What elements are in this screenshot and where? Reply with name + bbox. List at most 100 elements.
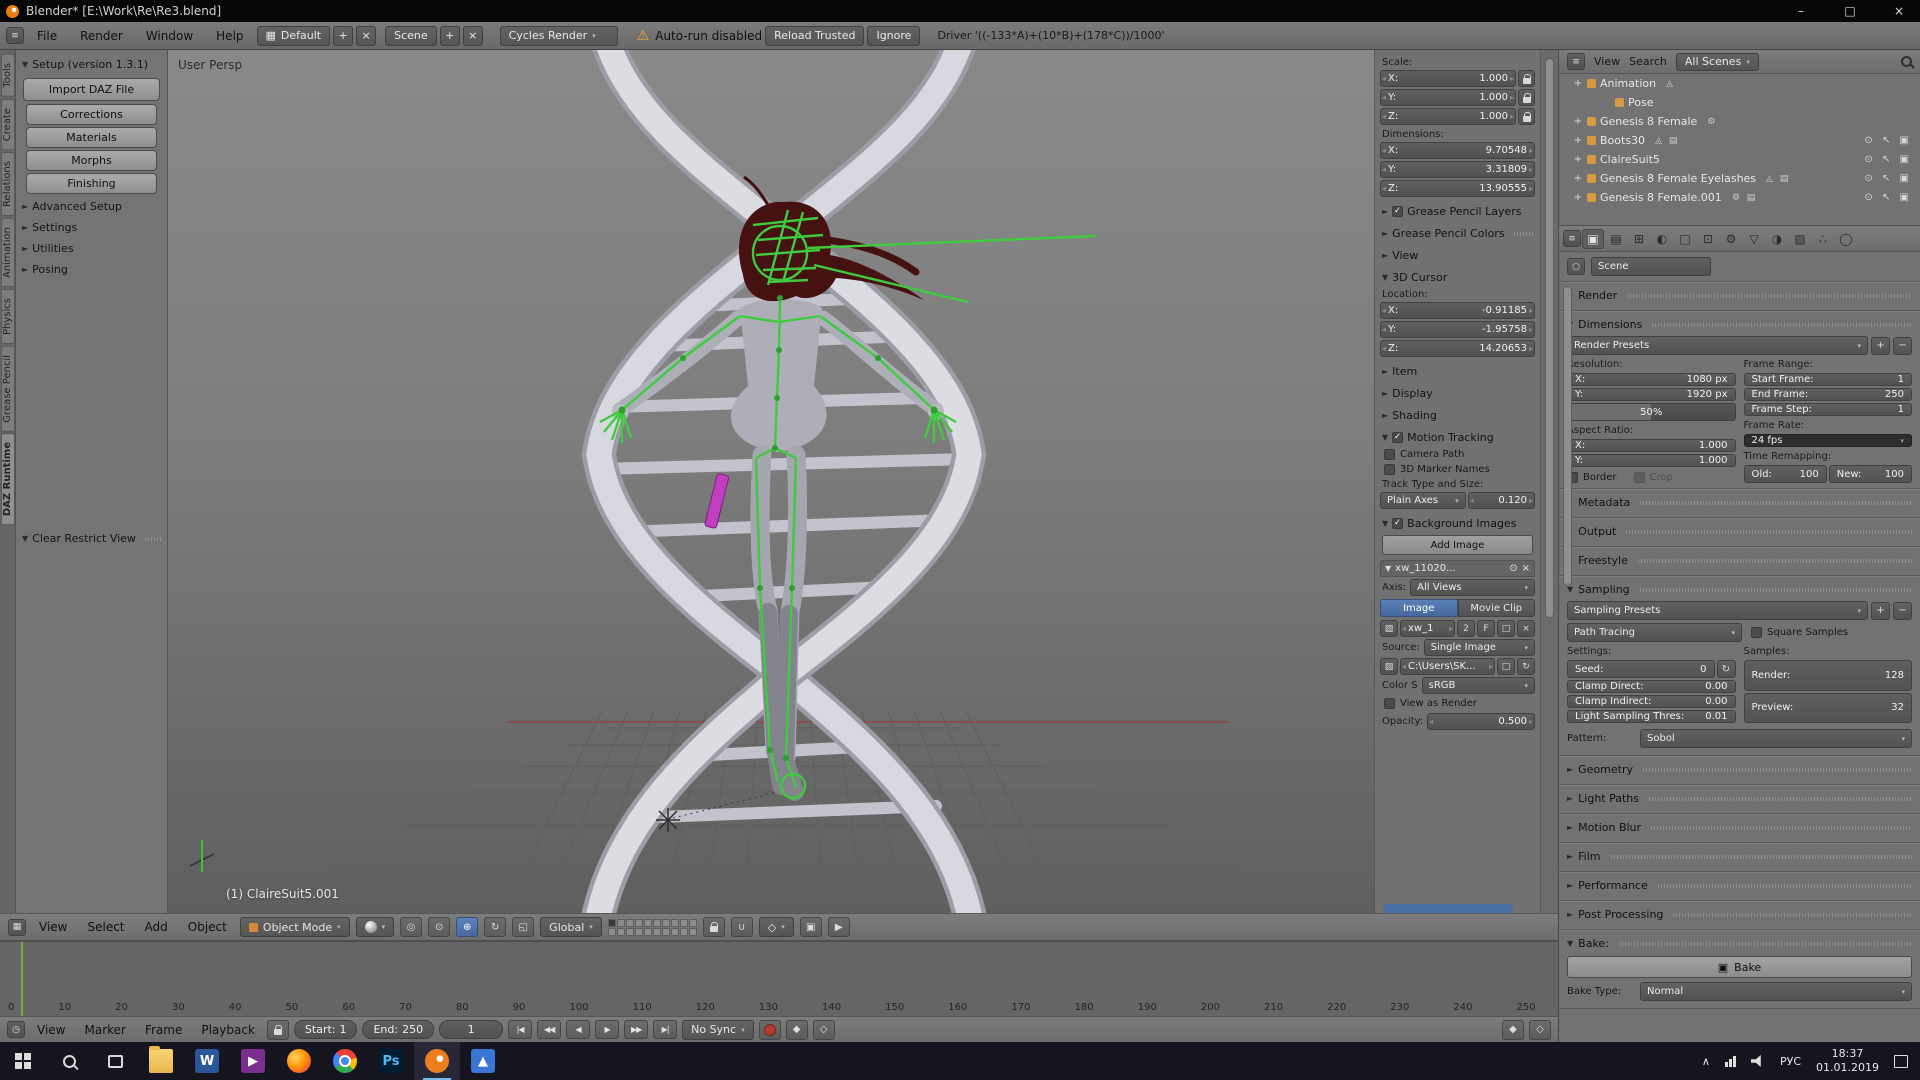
tab-object-icon[interactable]: □ xyxy=(1674,229,1696,249)
transport-button[interactable]: ▶▶ xyxy=(624,1020,648,1039)
hidden-icons-chevron[interactable]: ∧ xyxy=(1702,1055,1710,1068)
daz-section-button[interactable]: Finishing xyxy=(26,173,157,194)
chrome-icon[interactable] xyxy=(322,1042,368,1080)
object-name[interactable]: Pose xyxy=(1628,96,1653,109)
menubar-menu[interactable]: File xyxy=(27,29,67,43)
start-frame-field[interactable]: Start Frame:1 xyxy=(1744,373,1913,386)
close-icon[interactable]: × xyxy=(1522,563,1530,574)
filepath-field[interactable]: C:\Users\SK... xyxy=(1400,658,1495,675)
scene-select[interactable]: Scene xyxy=(385,26,437,46)
sampling-presets-select[interactable]: Sampling Presets ▾ xyxy=(1567,601,1868,620)
expand-icon[interactable]: + xyxy=(1573,154,1583,165)
tab-particles-icon[interactable]: ∴ xyxy=(1812,229,1834,249)
scene-lock-icon[interactable] xyxy=(703,917,725,937)
properties-collapsed-panel[interactable]: ► Motion Blur xyxy=(1559,814,1920,843)
properties-collapsed-panel[interactable]: ► Metadata xyxy=(1559,489,1920,518)
object-name[interactable]: Genesis 8 Female xyxy=(1600,115,1697,128)
clamp-direct-field[interactable]: Clamp Direct:0.00 xyxy=(1567,680,1736,693)
file-explorer-icon[interactable] xyxy=(138,1042,184,1080)
panel-background-images[interactable]: ▼ ✓ Background Images xyxy=(1380,516,1535,531)
bake-button[interactable]: ▣ Bake xyxy=(1567,956,1912,978)
integrator-select[interactable]: Path Tracing ▾ xyxy=(1567,623,1742,642)
start-button[interactable] xyxy=(0,1042,46,1080)
layer-cell[interactable] xyxy=(653,919,661,927)
transport-button[interactable]: ◀◀ xyxy=(537,1020,561,1039)
dimension-axis-field[interactable]: X: 9.70548 xyxy=(1380,142,1535,159)
timeline-editor-icon[interactable]: ◷ xyxy=(7,1021,25,1038)
firefox-icon[interactable] xyxy=(276,1042,322,1080)
add-scene-button[interactable]: + xyxy=(440,26,460,46)
panel-view[interactable]: ► View xyxy=(1380,248,1535,263)
layer-cell[interactable] xyxy=(689,928,697,936)
keying-set-icon[interactable]: ◇ xyxy=(813,1020,835,1040)
n-panel-scrollbar[interactable] xyxy=(1540,50,1558,913)
object-name[interactable]: Genesis 8 Female Eyelashes xyxy=(1600,172,1756,185)
layers-widget[interactable] xyxy=(608,919,697,936)
timeline-menu[interactable]: Marker xyxy=(77,1023,132,1037)
daz-section-button[interactable]: Corrections xyxy=(26,104,157,125)
opengl-render-anim-icon[interactable]: ▶ xyxy=(828,917,850,937)
tab-render-layers-icon[interactable]: ▤ xyxy=(1605,229,1627,249)
snap-element-select[interactable]: ◇ ▾ xyxy=(759,917,794,937)
layer-cell[interactable] xyxy=(626,928,634,936)
opacity-field[interactable]: 0.500 xyxy=(1427,713,1535,730)
menubar-menu[interactable]: Window xyxy=(136,29,203,43)
track-type-select[interactable]: Plain Axes ▾ xyxy=(1380,492,1466,509)
taskbar-clock[interactable]: 18:37 01.01.2019 xyxy=(1816,1047,1879,1076)
open-image-button[interactable]: □ xyxy=(1497,620,1515,637)
object-name[interactable]: Genesis 8 Female.001 xyxy=(1600,191,1722,204)
scale-axis-field[interactable]: Y: 1.000 xyxy=(1380,89,1516,106)
outliner-row[interactable]: + Boots30 ◬ ▤ ⊙ ↖ ▣ xyxy=(1559,131,1920,150)
tool-shelf-tab[interactable]: Relations xyxy=(1,152,15,216)
layer-cell[interactable] xyxy=(662,919,670,927)
panel-motion-tracking[interactable]: ▼ ✓ Motion Tracking xyxy=(1380,430,1535,445)
frame-step-field[interactable]: Frame Step:1 xyxy=(1744,403,1913,416)
restrict-icons[interactable]: ⊙ ↖ ▣ xyxy=(1864,135,1912,146)
dimension-axis-field[interactable]: Y: 3.31809 xyxy=(1380,161,1535,178)
animated-seed-icon[interactable]: ↻ xyxy=(1717,660,1736,678)
track-size-field[interactable]: 0.120 xyxy=(1468,492,1535,509)
outliner-search-menu[interactable]: Search xyxy=(1629,55,1667,68)
tab-render-icon[interactable]: ▣ xyxy=(1582,229,1604,249)
collapsed-shelf-panel[interactable]: ► Posing xyxy=(16,259,167,280)
cursor-location-field[interactable]: Z: 14.20653 xyxy=(1380,340,1535,357)
remap-old-field[interactable]: Old:100 xyxy=(1744,465,1827,483)
add-preset-button[interactable]: + xyxy=(1871,602,1890,620)
outliner-row[interactable]: + Genesis 8 Female.001 ⚙ ▤ ⊙ ↖ ▣ xyxy=(1559,188,1920,207)
dimensions-panel-header[interactable]: ▼ Dimensions xyxy=(1559,315,1920,334)
lock-time-icon[interactable] xyxy=(267,1020,289,1040)
panel-item[interactable]: ► Item xyxy=(1380,364,1535,379)
square-samples-checkbox[interactable] xyxy=(1751,627,1762,638)
tab-physics-icon[interactable]: ◯ xyxy=(1835,229,1857,249)
render-presets-select[interactable]: Render Presets ▾ xyxy=(1567,336,1868,355)
users-count-button[interactable]: 2 xyxy=(1457,620,1475,637)
end-frame-field[interactable]: End Frame:250 xyxy=(1744,388,1913,401)
sampling-panel-header[interactable]: ▼ Sampling xyxy=(1559,580,1920,599)
scene-datablock[interactable]: Scene xyxy=(1591,257,1711,276)
layer-cell[interactable] xyxy=(644,928,652,936)
delete-scene-button[interactable]: × xyxy=(463,26,483,46)
language-indicator[interactable]: РУС xyxy=(1780,1055,1801,1068)
end-frame-field[interactable]: End:250 xyxy=(362,1020,434,1039)
lock-icon[interactable] xyxy=(1518,89,1535,106)
mode-select[interactable]: Object Mode ▾ xyxy=(240,917,350,937)
close-button[interactable]: × xyxy=(1878,0,1920,22)
resolution-x-field[interactable]: X:1080 px xyxy=(1567,373,1736,386)
background-image-entry-header[interactable]: ▼ xw_11020... ⊙ × xyxy=(1380,560,1535,577)
display-mode-select[interactable]: All Scenes ▾ xyxy=(1676,53,1759,71)
expand-icon[interactable]: + xyxy=(1573,192,1583,203)
checkbox-checked[interactable]: ✓ xyxy=(1392,206,1403,217)
delete-layout-button[interactable]: × xyxy=(356,26,376,46)
tab-world-icon[interactable]: ◐ xyxy=(1651,229,1673,249)
aspect-y-field[interactable]: Y:1.000 xyxy=(1567,454,1736,467)
scale-axis-field[interactable]: X: 1.000 xyxy=(1380,70,1516,87)
restrict-icons[interactable]: ⊙ ↖ ▣ xyxy=(1864,192,1912,203)
reload-trusted-button[interactable]: Reload Trusted xyxy=(765,26,864,46)
add-preset-button[interactable]: + xyxy=(1871,337,1890,355)
manipulator-scale-icon[interactable]: ◱ xyxy=(512,917,534,937)
layer-cell[interactable] xyxy=(635,919,643,927)
tab-object-data-icon[interactable]: ▽ xyxy=(1743,229,1765,249)
aspect-x-field[interactable]: X:1.000 xyxy=(1567,439,1736,452)
empty-axes-object[interactable] xyxy=(656,808,680,832)
viewport-canvas[interactable] xyxy=(168,50,1374,913)
